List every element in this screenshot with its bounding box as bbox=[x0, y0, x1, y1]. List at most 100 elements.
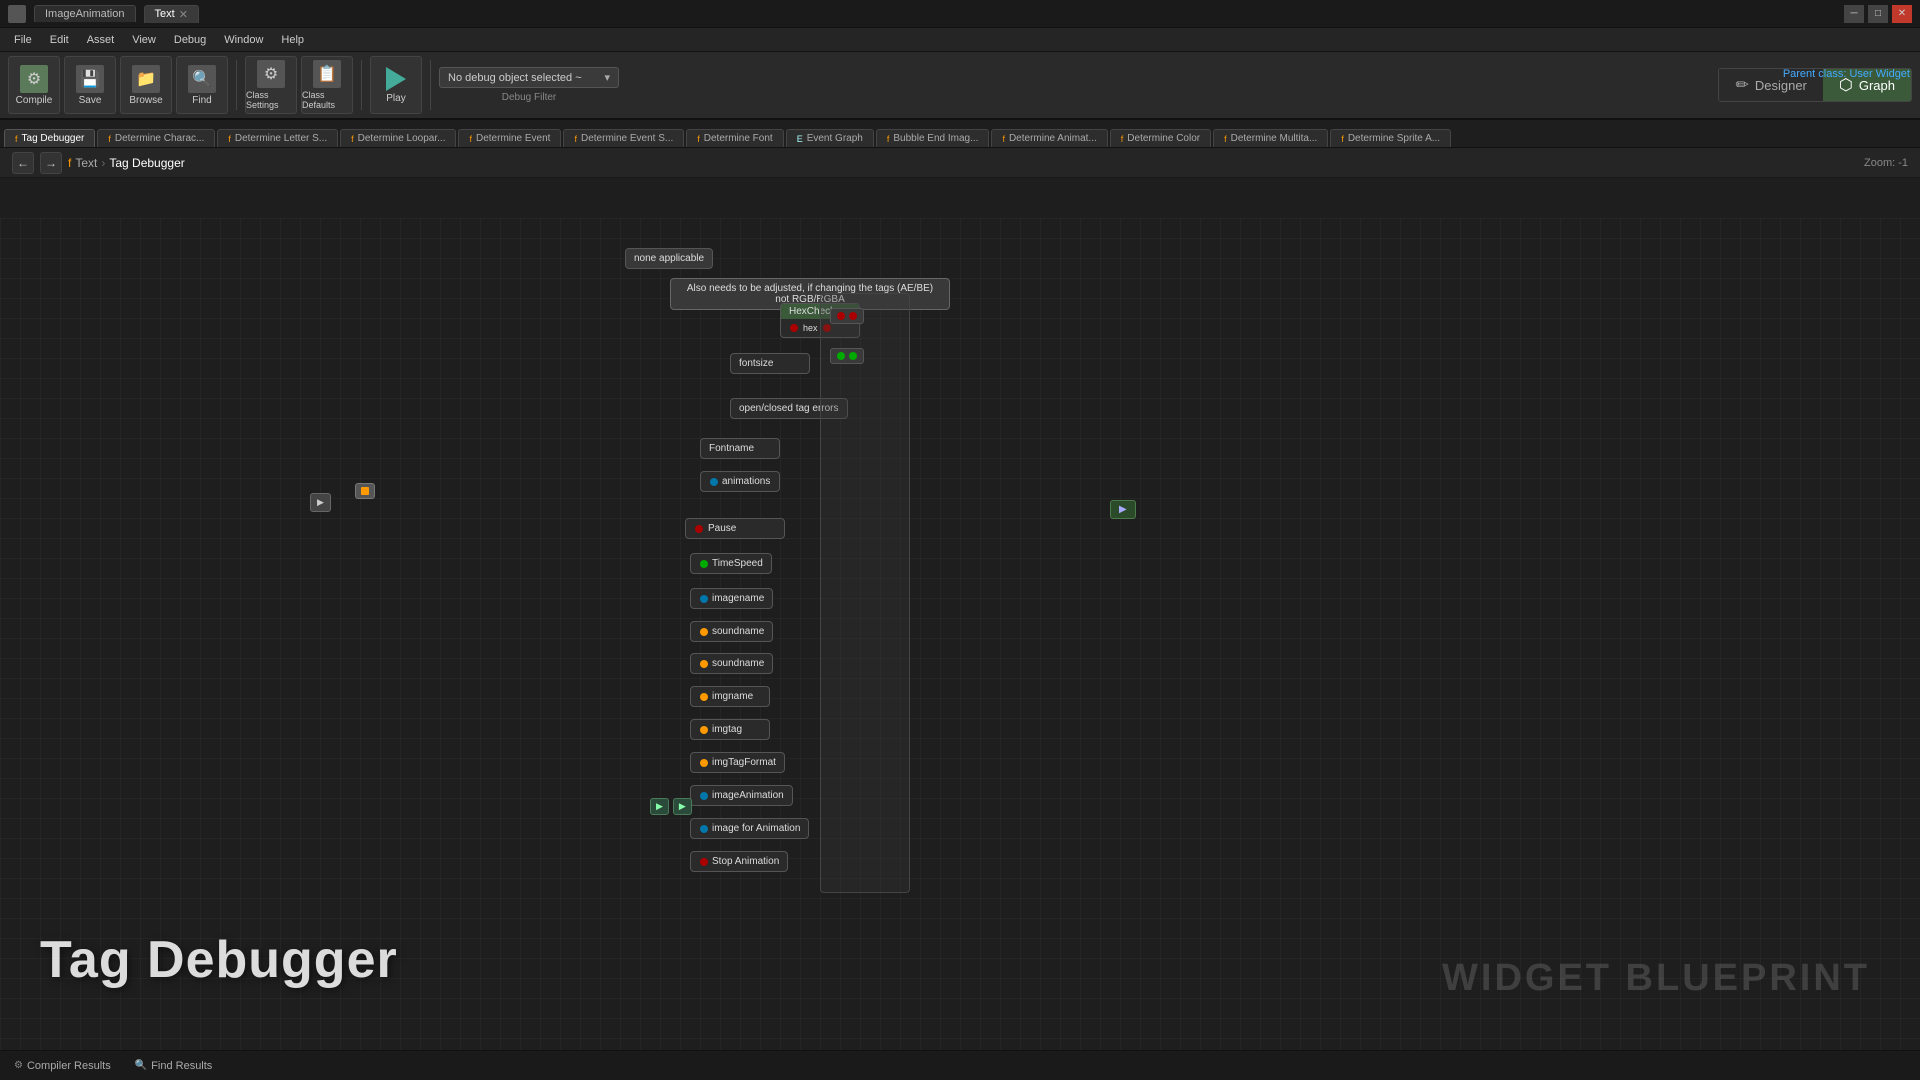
nav-back-button[interactable]: ← bbox=[12, 152, 34, 174]
menu-file[interactable]: File bbox=[6, 32, 40, 48]
left-connector-node[interactable]: ▶ bbox=[310, 493, 331, 512]
find-icon: 🔍 bbox=[188, 65, 216, 93]
debug-filter-dropdown[interactable]: No debug object selected ~ ▾ bbox=[439, 67, 619, 88]
class-settings-button[interactable]: ⚙ Class Settings bbox=[245, 56, 297, 114]
right-node-2[interactable] bbox=[830, 348, 864, 364]
browse-icon: 📁 bbox=[132, 65, 160, 93]
pause-pin bbox=[695, 525, 703, 533]
nav-forward-button[interactable]: → bbox=[40, 152, 62, 174]
canvas-area[interactable]: Also needs to be adjusted, if changing t… bbox=[0, 218, 1920, 1050]
minimize-button[interactable]: ─ bbox=[1844, 5, 1864, 23]
tab-determine-letter[interactable]: f Determine Letter S... bbox=[217, 129, 338, 147]
soundname1-row: soundname bbox=[699, 626, 764, 637]
save-button[interactable]: 💾 Save bbox=[64, 56, 116, 114]
tab-determine-animat[interactable]: f Determine Animat... bbox=[991, 129, 1107, 147]
imagename-row: imagename bbox=[699, 593, 764, 604]
node-imgname[interactable]: imgname bbox=[690, 686, 770, 707]
tab-determine-charac[interactable]: f Determine Charac... bbox=[97, 129, 215, 147]
compile-button[interactable]: ⚙ Compile bbox=[8, 56, 60, 114]
node-soundname-2[interactable]: soundname bbox=[690, 653, 773, 674]
class-defaults-button[interactable]: 📋 Class Defaults bbox=[301, 56, 353, 114]
app-logo bbox=[8, 5, 26, 23]
right-column-bg bbox=[820, 293, 910, 893]
bottom-node-1[interactable]: ▶ bbox=[650, 798, 669, 815]
tab-determine-event[interactable]: f Determine Event bbox=[458, 129, 561, 147]
tab-determine-font[interactable]: f Determine Font bbox=[686, 129, 783, 147]
node-imgtag[interactable]: imgtag bbox=[690, 719, 770, 740]
left-hub-pin bbox=[361, 487, 369, 495]
debug-filter-label: Debug Filter bbox=[502, 92, 556, 103]
timespeed-row: TimeSpeed bbox=[699, 558, 763, 569]
title-tab-text[interactable]: Text ✕ bbox=[144, 5, 199, 23]
browse-button[interactable]: 📁 Browse bbox=[120, 56, 172, 114]
tab-determine-loopar[interactable]: f Determine Loopar... bbox=[340, 129, 456, 147]
compile-icon: ⚙ bbox=[20, 65, 48, 93]
menu-window[interactable]: Window bbox=[216, 32, 271, 48]
imageanimation-pin bbox=[700, 792, 708, 800]
soundname2-pin bbox=[700, 660, 708, 668]
imgtagformat-pin bbox=[700, 759, 708, 767]
node-animations[interactable]: animations bbox=[700, 471, 780, 492]
imageforanimation-row: image for Animation bbox=[699, 823, 800, 834]
imgname-pin bbox=[700, 693, 708, 701]
find-results-tab[interactable]: 🔍 Find Results bbox=[129, 1058, 219, 1074]
menu-help[interactable]: Help bbox=[273, 32, 312, 48]
animations-pin bbox=[710, 478, 718, 486]
tab-determine-color[interactable]: f Determine Color bbox=[1110, 129, 1211, 147]
breadcrumb: f Text › Tag Debugger bbox=[68, 156, 185, 170]
tab-tag-debugger[interactable]: f Tag Debugger bbox=[4, 129, 95, 147]
menu-asset[interactable]: Asset bbox=[79, 32, 123, 48]
tab-determine-multita[interactable]: f Determine Multita... bbox=[1213, 129, 1328, 147]
imagename-pin bbox=[700, 595, 708, 603]
tab-determine-sprite[interactable]: f Determine Sprite A... bbox=[1330, 129, 1451, 147]
toolbar-separator-3 bbox=[430, 60, 431, 110]
node-timespeed[interactable]: TimeSpeed bbox=[690, 553, 772, 574]
hexcheck-in-pin bbox=[790, 324, 798, 332]
compiler-results-tab[interactable]: ⚙ Compiler Results bbox=[8, 1058, 117, 1074]
tab-bubble-end-imag[interactable]: f Bubble End Imag... bbox=[876, 129, 990, 147]
pause-row: Pause bbox=[694, 523, 776, 534]
node-none-applicable[interactable]: none applicable bbox=[625, 248, 713, 269]
maximize-button[interactable]: □ bbox=[1868, 5, 1888, 23]
node-soundname-1[interactable]: soundname bbox=[690, 621, 773, 642]
exit-node[interactable]: ▶ bbox=[1110, 500, 1136, 519]
bottom-nodes: ▶ ▶ bbox=[650, 798, 692, 815]
node-stop-animation[interactable]: Stop Animation bbox=[690, 851, 788, 872]
class-settings-icon: ⚙ bbox=[257, 60, 285, 88]
parent-class-label: Parent class: User Widget bbox=[1783, 68, 1910, 80]
node-image-animation[interactable]: imageAnimation bbox=[690, 785, 793, 806]
menu-edit[interactable]: Edit bbox=[42, 32, 77, 48]
soundname2-row: soundname bbox=[699, 658, 764, 669]
zoom-label: Zoom: -1 bbox=[1864, 157, 1908, 169]
right-node-1[interactable] bbox=[830, 308, 864, 324]
title-tab-active-label: Text bbox=[155, 8, 175, 20]
find-button[interactable]: 🔍 Find bbox=[176, 56, 228, 114]
tab-event-graph[interactable]: E Event Graph bbox=[786, 129, 874, 147]
rn1-pin1 bbox=[837, 312, 845, 320]
node-fontsize[interactable]: fontsize bbox=[730, 353, 810, 374]
node-image-for-animation[interactable]: image for Animation bbox=[690, 818, 809, 839]
right-node-1-pins bbox=[836, 311, 858, 321]
menu-debug[interactable]: Debug bbox=[166, 32, 214, 48]
node-fontname[interactable]: Fontname bbox=[700, 438, 780, 459]
node-pause[interactable]: Pause bbox=[685, 518, 785, 539]
bottom-node-2[interactable]: ▶ bbox=[673, 798, 692, 815]
parent-class-value: User Widget bbox=[1849, 68, 1910, 80]
play-icon bbox=[386, 67, 406, 91]
left-hub-node[interactable] bbox=[355, 483, 375, 499]
node-imgtagformat[interactable]: imgTagFormat bbox=[690, 752, 785, 773]
menu-view[interactable]: View bbox=[124, 32, 164, 48]
close-button[interactable]: ✕ bbox=[1892, 5, 1912, 23]
node-imagename[interactable]: imagename bbox=[690, 588, 773, 609]
tab-determine-event-s[interactable]: f Determine Event S... bbox=[563, 129, 684, 147]
breadcrumb-text: Text bbox=[75, 156, 97, 170]
save-icon: 💾 bbox=[76, 65, 104, 93]
breadcrumb-bar: ← → f Text › Tag Debugger Zoom: -1 bbox=[0, 148, 1920, 178]
rn1-pin2 bbox=[849, 312, 857, 320]
title-tab-close[interactable]: ✕ bbox=[179, 8, 188, 21]
title-tab-label: ImageAnimation bbox=[45, 8, 125, 20]
title-tab-image-animation[interactable]: ImageAnimation bbox=[34, 5, 136, 22]
tab-bar: f Tag Debugger f Determine Charac... f D… bbox=[0, 120, 1920, 148]
play-button[interactable]: Play bbox=[370, 56, 422, 114]
dropdown-arrow-icon: ▾ bbox=[604, 71, 610, 84]
